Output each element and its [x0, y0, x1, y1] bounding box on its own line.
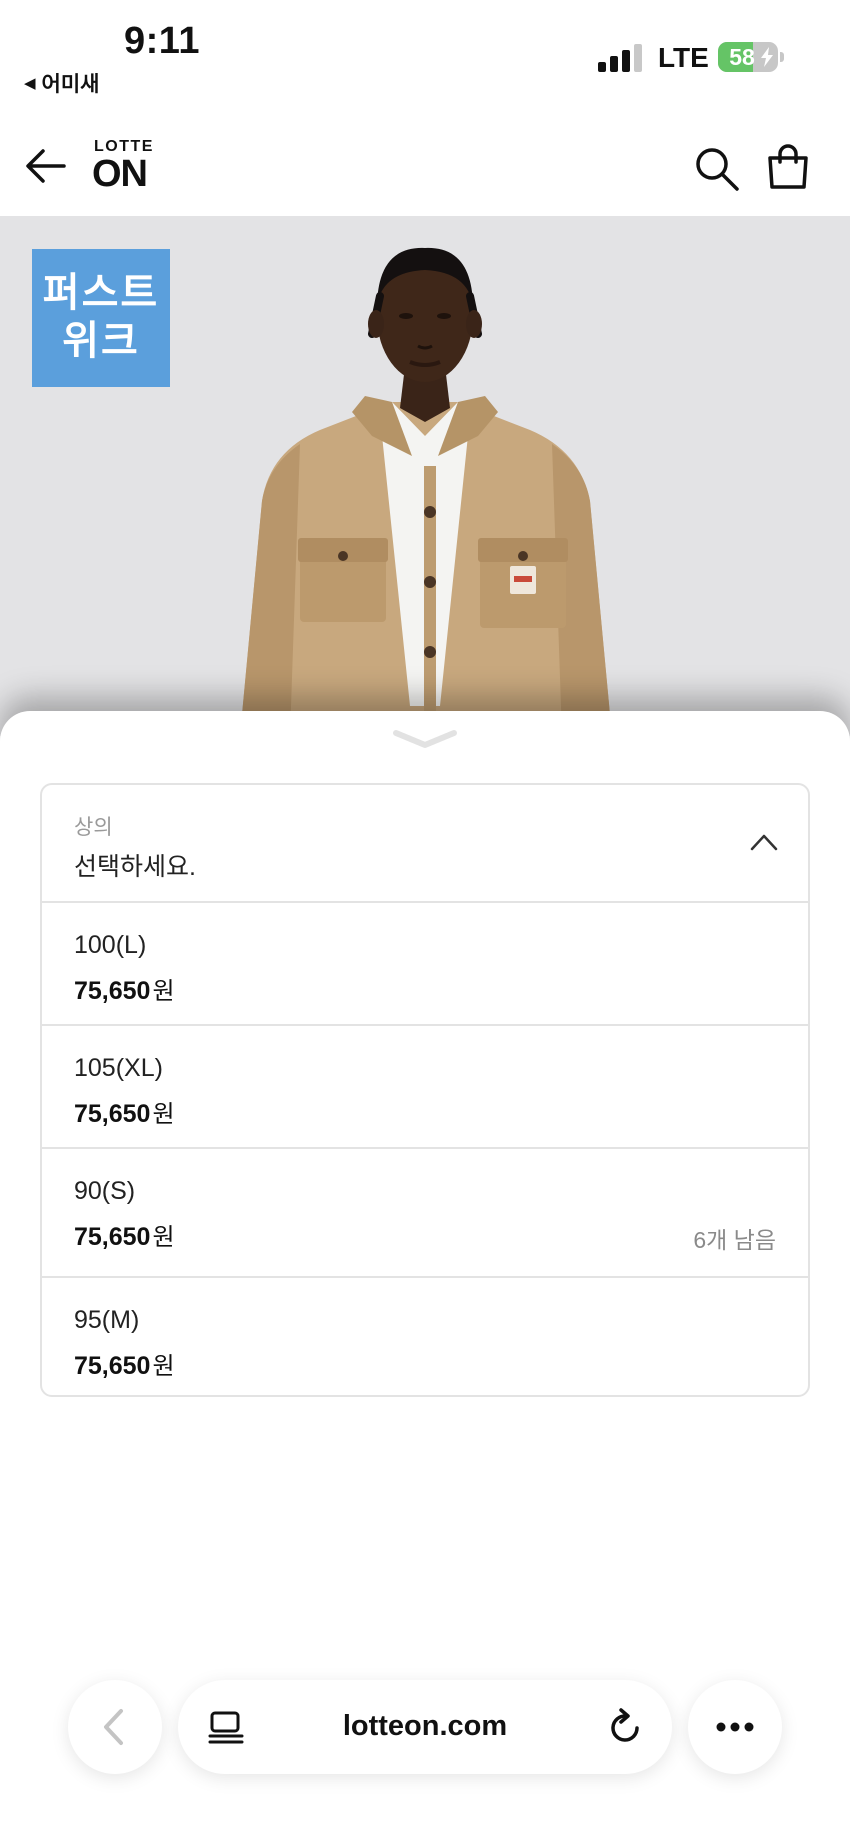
chevron-up-icon [750, 834, 778, 851]
promo-badge-line2: 위크 [62, 319, 140, 363]
option-price-unit: 원 [152, 978, 175, 1005]
option-item[interactable]: 90(S) 75,650원 6개 남음 [42, 1149, 808, 1278]
lotte-on-logo[interactable]: LOTTE ON [92, 138, 154, 195]
option-price-value: 75,650 [74, 1100, 151, 1128]
battery-percent: 58 [729, 44, 755, 70]
browser-toolbar: lotteon.com [0, 1660, 850, 1800]
option-item[interactable]: 105(XL) 75,650원 [42, 1026, 808, 1149]
logo-main-text: ON [92, 153, 148, 195]
option-dropdown: 상의 선택하세요. 100(L) 75,650원 105(XL) 75,650원… [40, 783, 810, 1397]
option-dropdown-header[interactable]: 상의 선택하세요. [42, 785, 808, 903]
url-text: lotteon.com [342, 1710, 508, 1742]
status-time: 9:11 [124, 20, 200, 62]
address-bar[interactable]: lotteon.com [178, 1680, 672, 1774]
return-app-name: 어미새 [41, 73, 100, 96]
option-price: 75,650원 [74, 1094, 175, 1129]
promo-badge-line1: 퍼스트 [42, 271, 160, 315]
product-image[interactable]: 퍼스트 위크 [0, 216, 850, 736]
option-price: 75,650원 [74, 1217, 175, 1252]
battery-cap [780, 52, 784, 62]
search-icon[interactable] [694, 146, 740, 192]
option-price-value: 75,650 [74, 1223, 151, 1251]
chevron-left-icon [104, 1709, 123, 1745]
back-triangle-icon: ◀ [24, 75, 36, 92]
option-price-unit: 원 [152, 1101, 175, 1128]
promo-badge: 퍼스트 위크 [32, 249, 170, 387]
status-bar: 9:11 ◀ 어미새 LTE 58 [0, 0, 850, 110]
browser-back-button[interactable] [68, 1680, 162, 1774]
network-type: LTE [658, 42, 709, 73]
reload-icon[interactable] [608, 1708, 644, 1746]
option-size: 95(M) [74, 1306, 140, 1334]
app-header: LOTTE ON [0, 110, 850, 216]
option-size: 100(L) [74, 931, 147, 959]
option-item[interactable]: 95(M) 75,650원 [42, 1278, 808, 1395]
return-to-app-link[interactable]: ◀ 어미새 [24, 68, 100, 98]
option-item[interactable]: 100(L) 75,650원 [42, 903, 808, 1026]
option-price-value: 75,650 [74, 1352, 151, 1380]
shopping-bag-icon[interactable] [766, 144, 810, 190]
option-size: 105(XL) [74, 1054, 163, 1082]
option-size: 90(S) [74, 1177, 136, 1205]
cellular-signal-icon [598, 44, 642, 72]
charging-bolt-icon [761, 47, 773, 67]
option-price-unit: 원 [152, 1353, 175, 1380]
battery-indicator: 58 [718, 42, 778, 72]
option-price-unit: 원 [152, 1224, 175, 1251]
more-options-button[interactable] [688, 1680, 782, 1774]
option-price: 75,650원 [74, 971, 175, 1006]
sheet-collapse-chevron-icon[interactable] [392, 727, 458, 751]
option-stock-remaining: 6개 남음 [693, 1227, 776, 1253]
more-icon [716, 1722, 754, 1732]
option-category-label: 상의 [74, 816, 113, 839]
option-price: 75,650원 [74, 1346, 175, 1381]
option-price-value: 75,650 [74, 977, 151, 1005]
back-arrow-icon[interactable] [24, 146, 68, 186]
option-select-placeholder: 선택하세요. [74, 853, 196, 881]
